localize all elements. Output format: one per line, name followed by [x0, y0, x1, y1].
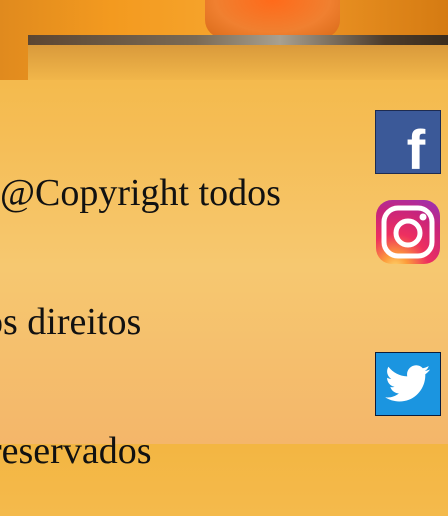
- copyright-line: os direitos: [0, 301, 142, 343]
- facebook-icon: f: [406, 118, 426, 181]
- instagram-link[interactable]: [375, 200, 441, 264]
- instagram-icon: [376, 200, 440, 264]
- photo-detail: [28, 45, 448, 80]
- photo-detail: [28, 35, 448, 45]
- photo-detail: [205, 0, 340, 38]
- copyright-line: reservados: [0, 430, 152, 472]
- copyright-line: @Copyright todos: [0, 172, 281, 214]
- facebook-link[interactable]: f: [375, 110, 441, 178]
- header-photo: [0, 0, 448, 80]
- twitter-icon: [385, 365, 431, 402]
- copyright-text: @Copyright todos os direitos reservados: [0, 86, 360, 516]
- twitter-link[interactable]: [375, 352, 441, 416]
